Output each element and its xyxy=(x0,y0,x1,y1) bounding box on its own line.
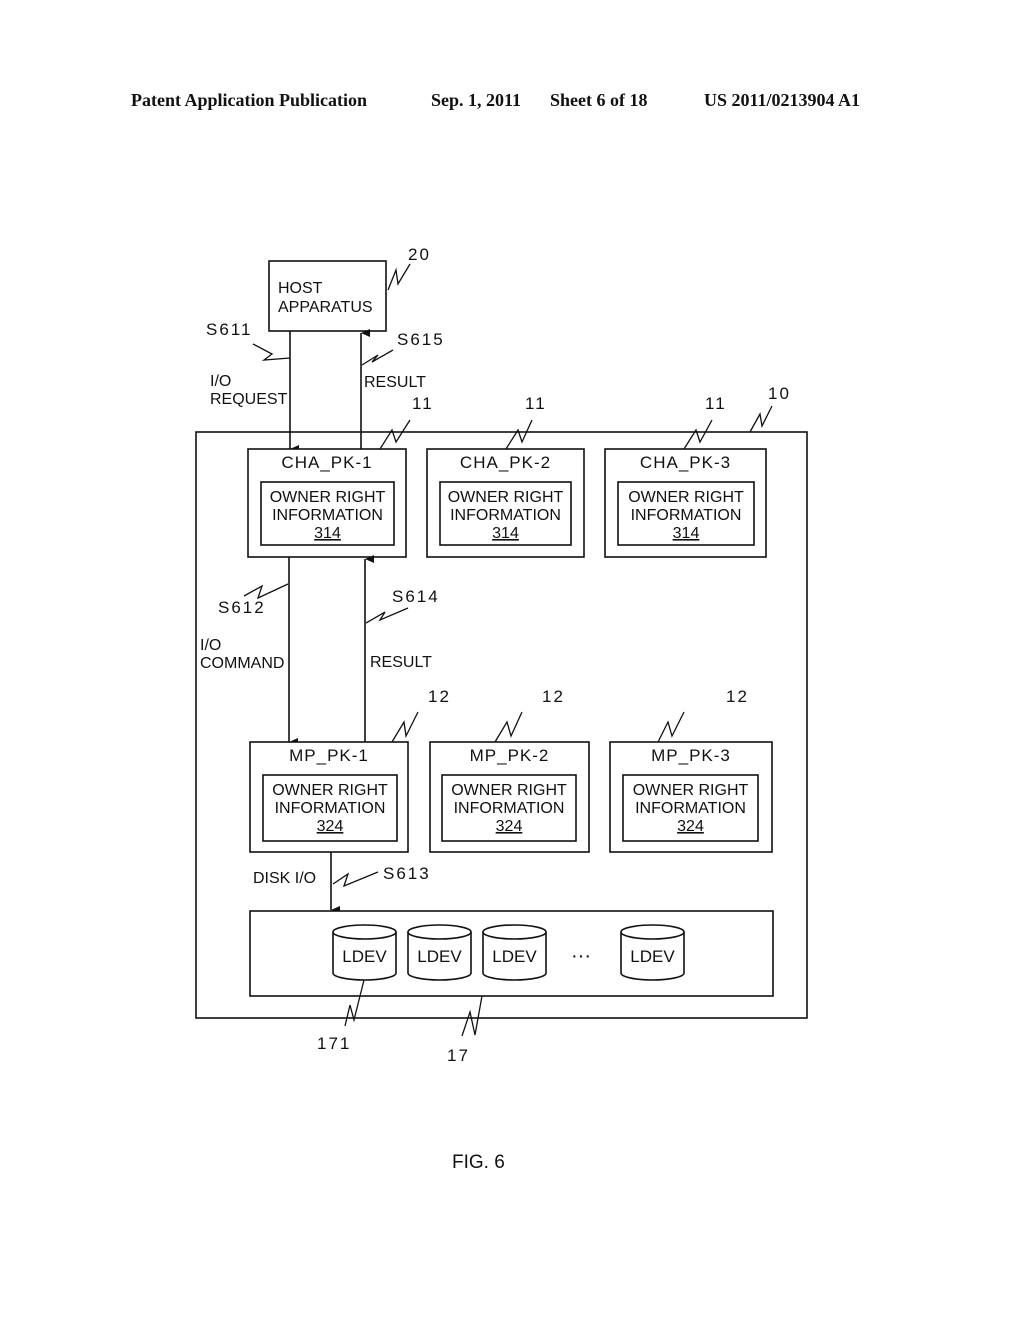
step-s615-label: RESULT xyxy=(364,374,426,391)
cha-ref: 11 xyxy=(525,394,547,413)
mp-package-1: MP_PK-1 OWNER RIGHTINFORMATION324 xyxy=(249,741,409,853)
cha-ref: 11 xyxy=(412,394,434,413)
storage-system-ref-leader xyxy=(749,405,773,433)
owner-right-info-line1: OWNER RIGHT xyxy=(451,782,567,799)
mp-ref: 12 xyxy=(428,687,451,706)
step-s615-id: S615 xyxy=(397,330,445,349)
ldev-top xyxy=(620,924,685,940)
system-diagram: HOST APPARATUS 20 10 S611 I/O REQUEST S6… xyxy=(195,245,808,1173)
owner-right-info-line1: OWNER RIGHT xyxy=(448,489,564,506)
ldev-cylinder: LDEV xyxy=(620,924,685,981)
owner-right-info-line1: OWNER RIGHT xyxy=(270,489,386,506)
owner-right-info-ref: 314 xyxy=(492,525,519,542)
step-s612-line1: I/O xyxy=(200,637,221,654)
owner-right-info-ref: 314 xyxy=(673,525,700,542)
s611-leader xyxy=(252,343,291,361)
ldev-ellipsis: ··· xyxy=(571,945,591,967)
ldev-top xyxy=(407,924,472,940)
owner-right-info-ref: 324 xyxy=(317,818,344,835)
owner-right-info-line2: INFORMATION xyxy=(635,800,746,817)
owner-right-info-line2: INFORMATION xyxy=(631,507,742,524)
cha-package-2: CHA_PK-2 OWNER RIGHTINFORMATION314 xyxy=(426,448,585,558)
mp-package-2: MP_PK-2 OWNER RIGHTINFORMATION324 xyxy=(429,741,590,853)
mp-package-name: MP_PK-2 xyxy=(470,746,550,765)
host-label-line1: HOST xyxy=(278,280,323,297)
ldev-cylinder: LDEV xyxy=(482,924,547,981)
owner-right-info-line2: INFORMATION xyxy=(450,507,561,524)
step-s611-line2: REQUEST xyxy=(210,391,288,408)
step-s611-line1: I/O xyxy=(210,373,231,390)
step-s613-label: DISK I/O xyxy=(253,870,316,887)
mp-ref: 12 xyxy=(542,687,565,706)
cha-package-name: CHA_PK-2 xyxy=(460,453,551,472)
host-apparatus: HOST APPARATUS xyxy=(268,260,387,332)
ldev-cylinder: LDEV xyxy=(332,924,397,981)
owner-right-info-line1: OWNER RIGHT xyxy=(628,489,744,506)
ldev-top xyxy=(482,924,547,940)
owner-right-info-line2: INFORMATION xyxy=(275,800,386,817)
ldev-ref: 171 xyxy=(317,1034,351,1053)
storage-system-ref: 10 xyxy=(768,384,791,403)
mp-ref: 12 xyxy=(726,687,749,706)
owner-right-info-ref: 324 xyxy=(677,818,704,835)
owner-right-info-ref: 314 xyxy=(314,525,341,542)
step-s614-id: S614 xyxy=(392,587,440,606)
step-s612-line2: COMMAND xyxy=(200,655,284,672)
owner-right-info-line2: INFORMATION xyxy=(272,507,383,524)
mp-package-name: MP_PK-1 xyxy=(289,746,369,765)
step-s611-id: S611 xyxy=(206,320,252,339)
s615-leader xyxy=(361,349,394,366)
ldev-top xyxy=(332,924,397,940)
step-s614-label: RESULT xyxy=(370,654,432,671)
ldev-label: LDEV xyxy=(417,947,462,966)
step-s613-id: S613 xyxy=(383,864,431,883)
step-s612-id: S612 xyxy=(218,598,266,617)
cha-package-3: CHA_PK-3 OWNER RIGHTINFORMATION314 xyxy=(604,448,767,558)
owner-right-info-ref: 324 xyxy=(496,818,523,835)
mp-package-name: MP_PK-3 xyxy=(651,746,731,765)
host-label-line2: APPARATUS xyxy=(278,299,373,316)
owner-right-info-line2: INFORMATION xyxy=(454,800,565,817)
cha-package-name: CHA_PK-1 xyxy=(281,453,372,472)
ldev-cylinder: LDEV xyxy=(407,924,472,981)
mp-package-3: MP_PK-3 OWNER RIGHTINFORMATION324 xyxy=(609,741,773,853)
owner-right-info-line1: OWNER RIGHT xyxy=(272,782,388,799)
owner-right-info-line1: OWNER RIGHT xyxy=(633,782,749,799)
ldev-label: LDEV xyxy=(492,947,537,966)
cha-package-name: CHA_PK-3 xyxy=(640,453,731,472)
cha-ref: 11 xyxy=(705,394,727,413)
ldev-label: LDEV xyxy=(342,947,387,966)
host-ref-leader xyxy=(387,263,411,291)
cha-package-1: CHA_PK-1 OWNER RIGHTINFORMATION314 xyxy=(247,448,407,558)
figure-caption: FIG. 6 xyxy=(452,1152,505,1173)
disk-unit-ref: 17 xyxy=(447,1046,470,1065)
host-ref: 20 xyxy=(408,245,431,264)
ldev-label: LDEV xyxy=(630,947,675,966)
